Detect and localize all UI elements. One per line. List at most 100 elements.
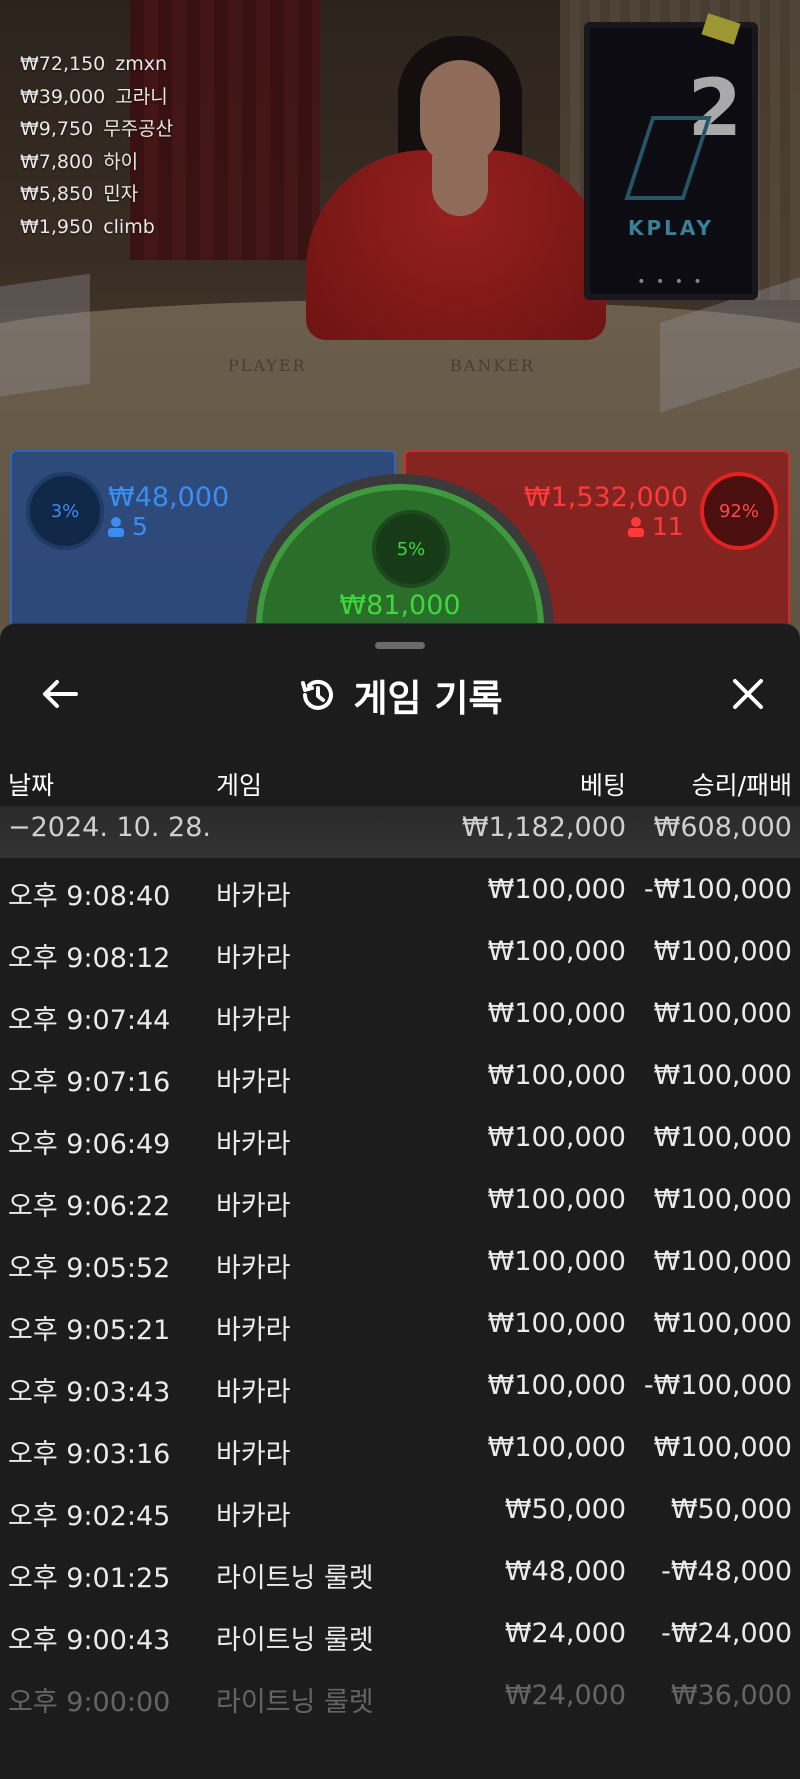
history-row-bet: ₩24,000 (504, 1618, 626, 1649)
history-row-bet: ₩100,000 (487, 1060, 626, 1091)
history-row-game: 바카라 (216, 1501, 291, 1532)
winner-row: ₩5,850 민자 (20, 183, 139, 205)
history-row-result: ₩100,000 (653, 936, 792, 967)
winner-row: ₩72,150 zmxn (20, 53, 168, 75)
sheet-drag-handle[interactable] (375, 642, 425, 649)
history-row-result: ₩100,000 (653, 998, 792, 1029)
person-icon (108, 517, 124, 537)
history-row-time: 오후 9:00:43 (8, 1625, 171, 1656)
history-row-bet: ₩100,000 (487, 1308, 626, 1339)
history-row[interactable]: 오후 9:00:43 라이트닝 룰렛 ₩24,000 -₩24,000 (0, 1606, 800, 1668)
history-row-result: ₩100,000 (653, 1432, 792, 1463)
history-row[interactable]: 오후 9:08:12 바카라 ₩100,000 ₩100,000 (0, 924, 800, 986)
date-group-total-bet: ₩1,182,000 (461, 812, 626, 843)
person-icon (628, 517, 644, 537)
date-group-header[interactable]: −2024. 10. 28. ₩1,182,000 ₩608,000 (0, 806, 800, 858)
column-date: 날짜 (8, 771, 55, 800)
history-row-game: 바카라 (216, 1067, 291, 1098)
history-row-bet: ₩100,000 (487, 998, 626, 1029)
history-row[interactable]: 오후 9:08:40 바카라 ₩100,000 -₩100,000 (0, 862, 800, 924)
winner-row: ₩7,800 하이 (20, 150, 139, 173)
history-row-game: 라이트닝 룰렛 (216, 1563, 374, 1594)
history-row-time: 오후 9:08:12 (8, 943, 171, 974)
history-row-time: 오후 9:07:44 (8, 1005, 171, 1036)
history-row-bet: ₩100,000 (487, 874, 626, 905)
history-row-time: 오후 9:03:16 (8, 1439, 171, 1470)
history-row-time: 오후 9:06:22 (8, 1191, 171, 1222)
history-row-time: 오후 9:06:49 (8, 1129, 171, 1160)
history-row-game: 라이트닝 룰렛 (216, 1625, 374, 1656)
history-row-bet: ₩50,000 (504, 1494, 626, 1525)
history-row-result: ₩100,000 (653, 1184, 792, 1215)
player-bet-amount: ₩48,000 (108, 482, 230, 513)
winners-list: ₩72,150 zmxn ₩39,000 고라니 ₩9,750 무주공산 ₩7,800… (20, 48, 173, 243)
history-row-game: 바카라 (216, 943, 291, 974)
history-row-result: -₩100,000 (643, 1370, 792, 1401)
history-icon (301, 679, 334, 710)
history-row[interactable]: 오후 9:02:45 바카라 ₩50,000 ₩50,000 (0, 1482, 800, 1544)
history-row-game: 바카라 (216, 1439, 291, 1470)
history-row-time: 오후 9:05:52 (8, 1253, 171, 1284)
history-row[interactable]: 오후 9:07:44 바카라 ₩100,000 ₩100,000 (0, 986, 800, 1048)
column-bet: 베팅 (579, 771, 626, 800)
column-game: 게임 (216, 771, 263, 800)
history-row-result: ₩50,000 (670, 1494, 792, 1525)
history-row-bet: ₩100,000 (487, 1370, 626, 1401)
history-row-result: ₩100,000 (653, 1060, 792, 1091)
history-row-bet: ₩48,000 (504, 1556, 626, 1587)
history-row-time: 오후 9:08:40 (8, 881, 171, 912)
history-list: 오후 9:08:40 바카라 ₩100,000 -₩100,000 오후 9:08:12… (0, 862, 800, 1730)
banker-percent-ring: 92% (700, 472, 778, 550)
history-row-bet: ₩100,000 (487, 1432, 626, 1463)
history-row-result: ₩100,000 (653, 1308, 792, 1339)
history-row-bet: ₩24,000 (504, 1680, 626, 1711)
column-result: 승리/패배 (691, 771, 792, 800)
history-row-time: 오후 9:00:00 (8, 1687, 171, 1718)
history-row-bet: ₩100,000 (487, 1184, 626, 1215)
history-row[interactable]: 오후 9:01:25 라이트닝 룰렛 ₩48,000 -₩48,000 (0, 1544, 800, 1606)
tie-bet-amount: ₩81,000 (339, 590, 461, 621)
history-row-result: -₩100,000 (643, 874, 792, 905)
table-header: 날짜 게임 베팅 승리/패배 (0, 766, 800, 806)
history-row[interactable]: 오후 9:07:16 바카라 ₩100,000 ₩100,000 (0, 1048, 800, 1110)
game-history-sheet: 게임 기록 날짜 게임 베팅 승리/패배 −2024. 10. 28. ₩1,1… (0, 623, 800, 1779)
history-row-time: 오후 9:02:45 (8, 1501, 171, 1532)
history-row-game: 바카라 (216, 1005, 291, 1036)
winner-row: ₩39,000 고라니 (20, 85, 168, 108)
history-row-result: ₩100,000 (653, 1122, 792, 1153)
sheet-header: 게임 기록 (0, 668, 800, 722)
history-row-result: ₩36,000 (670, 1680, 792, 1711)
history-row-game: 라이트닝 룰렛 (216, 1687, 374, 1718)
history-row[interactable]: 오후 9:06:22 바카라 ₩100,000 ₩100,000 (0, 1172, 800, 1234)
close-icon (733, 679, 763, 709)
history-row[interactable]: 오후 9:05:52 바카라 ₩100,000 ₩100,000 (0, 1234, 800, 1296)
history-row[interactable]: 오후 9:05:21 바카라 ₩100,000 ₩100,000 (0, 1296, 800, 1358)
history-row[interactable]: 오후 9:06:49 바카라 ₩100,000 ₩100,000 (0, 1110, 800, 1172)
history-row-time: 오후 9:03:43 (8, 1377, 171, 1408)
close-button[interactable] (724, 670, 772, 718)
player-percent-ring: 3% (26, 472, 104, 550)
banker-bet-amount: ₩1,532,000 (523, 482, 688, 513)
history-row-time: 오후 9:07:16 (8, 1067, 171, 1098)
player-bet-count: 5 (108, 512, 148, 541)
history-row-game: 바카라 (216, 1253, 291, 1284)
date-group-date: −2024. 10. 28. (8, 812, 211, 843)
history-row[interactable]: 오후 9:03:43 바카라 ₩100,000 -₩100,000 (0, 1358, 800, 1420)
history-row-bet: ₩100,000 (487, 936, 626, 967)
history-row-time: 오후 9:01:25 (8, 1563, 171, 1594)
history-row-game: 바카라 (216, 1315, 291, 1346)
date-group-total-result: ₩608,000 (653, 812, 792, 843)
history-row[interactable]: 오후 9:03:16 바카라 ₩100,000 ₩100,000 (0, 1420, 800, 1482)
history-row-result: -₩48,000 (661, 1556, 792, 1587)
history-row-game: 바카라 (216, 1191, 291, 1222)
tie-percent-ring: 5% (372, 510, 450, 588)
winner-row: ₩1,950 climb (20, 215, 155, 238)
history-row-bet: ₩100,000 (487, 1122, 626, 1153)
history-row[interactable]: 오후 9:00:00 라이트닝 룰렛 ₩24,000 ₩36,000 (0, 1668, 800, 1730)
history-row-game: 바카라 (216, 1129, 291, 1160)
history-row-result: -₩24,000 (661, 1618, 792, 1649)
winner-row: ₩9,750 무주공산 (20, 118, 174, 140)
history-row-game: 바카라 (216, 881, 291, 912)
history-row-result: ₩100,000 (653, 1246, 792, 1277)
history-row-bet: ₩100,000 (487, 1246, 626, 1277)
